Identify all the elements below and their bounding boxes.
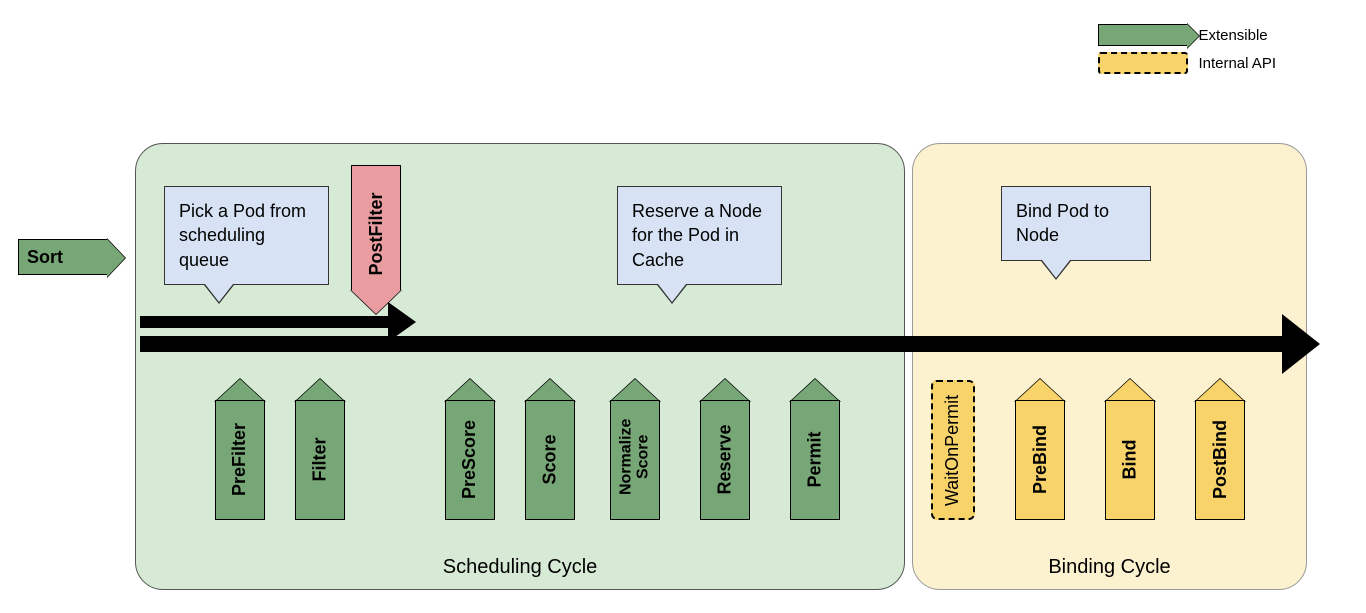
legend-internal-label: Internal API [1198, 55, 1276, 72]
permit-stage: Permit [790, 378, 840, 520]
callout-reserve-node: Reserve a Node for the Pod in Cache [617, 186, 782, 285]
legend-internal-swatch [1098, 52, 1188, 74]
score-stage: Score [525, 378, 575, 520]
queue-pop-arrow [140, 316, 390, 328]
waitonpermit-label: WaitOnPermit [943, 394, 964, 505]
prebind-label: PreBind [1030, 424, 1051, 493]
legend-extensible-label: Extensible [1198, 27, 1267, 44]
reserve-label: Reserve [715, 424, 736, 494]
callout-bind-pod: Bind Pod to Node [1001, 186, 1151, 261]
prefilter-label: PreFilter [230, 422, 251, 495]
normalizescore-label: NormalizeScore [618, 419, 652, 495]
callout-pick-text: Pick a Pod from scheduling queue [179, 201, 306, 270]
callout-bind-text: Bind Pod to Node [1016, 201, 1109, 245]
postfilter-label: PostFilter [295, 209, 457, 259]
score-label: Score [540, 434, 561, 484]
prescore-label: PreScore [460, 419, 481, 498]
normalizescore-stage: NormalizeScore [610, 378, 660, 520]
bind-stage: Bind [1105, 378, 1155, 520]
bind-label: Bind [1120, 439, 1141, 479]
filter-label: Filter [309, 437, 330, 481]
legend-extensible-swatch [1098, 24, 1188, 46]
scheduling-cycle-label: Scheduling Cycle [136, 556, 904, 579]
callout-reserve-text: Reserve a Node for the Pod in Cache [632, 201, 762, 270]
sort-label: Sort [27, 247, 63, 268]
legend-extensible-row: Extensible [1098, 24, 1276, 46]
postbind-stage: PostBind [1195, 378, 1245, 520]
prefilter-stage: PreFilter [215, 378, 265, 520]
sort-stage: Sort [18, 239, 108, 275]
postbind-label: PostBind [1210, 420, 1231, 499]
filter-stage: Filter [295, 378, 345, 520]
legend: Extensible Internal API [1098, 24, 1276, 80]
waitonpermit-stage: WaitOnPermit [931, 380, 975, 520]
prebind-stage: PreBind [1015, 378, 1065, 520]
permit-label: Permit [805, 431, 826, 487]
legend-internal-row: Internal API [1098, 52, 1276, 74]
binding-cycle-label: Binding Cycle [913, 556, 1306, 579]
prescore-stage: PreScore [445, 378, 495, 520]
reserve-stage: Reserve [700, 378, 750, 520]
postfilter-stage: PostFilter [351, 165, 401, 315]
pipeline-arrow [140, 336, 1290, 352]
